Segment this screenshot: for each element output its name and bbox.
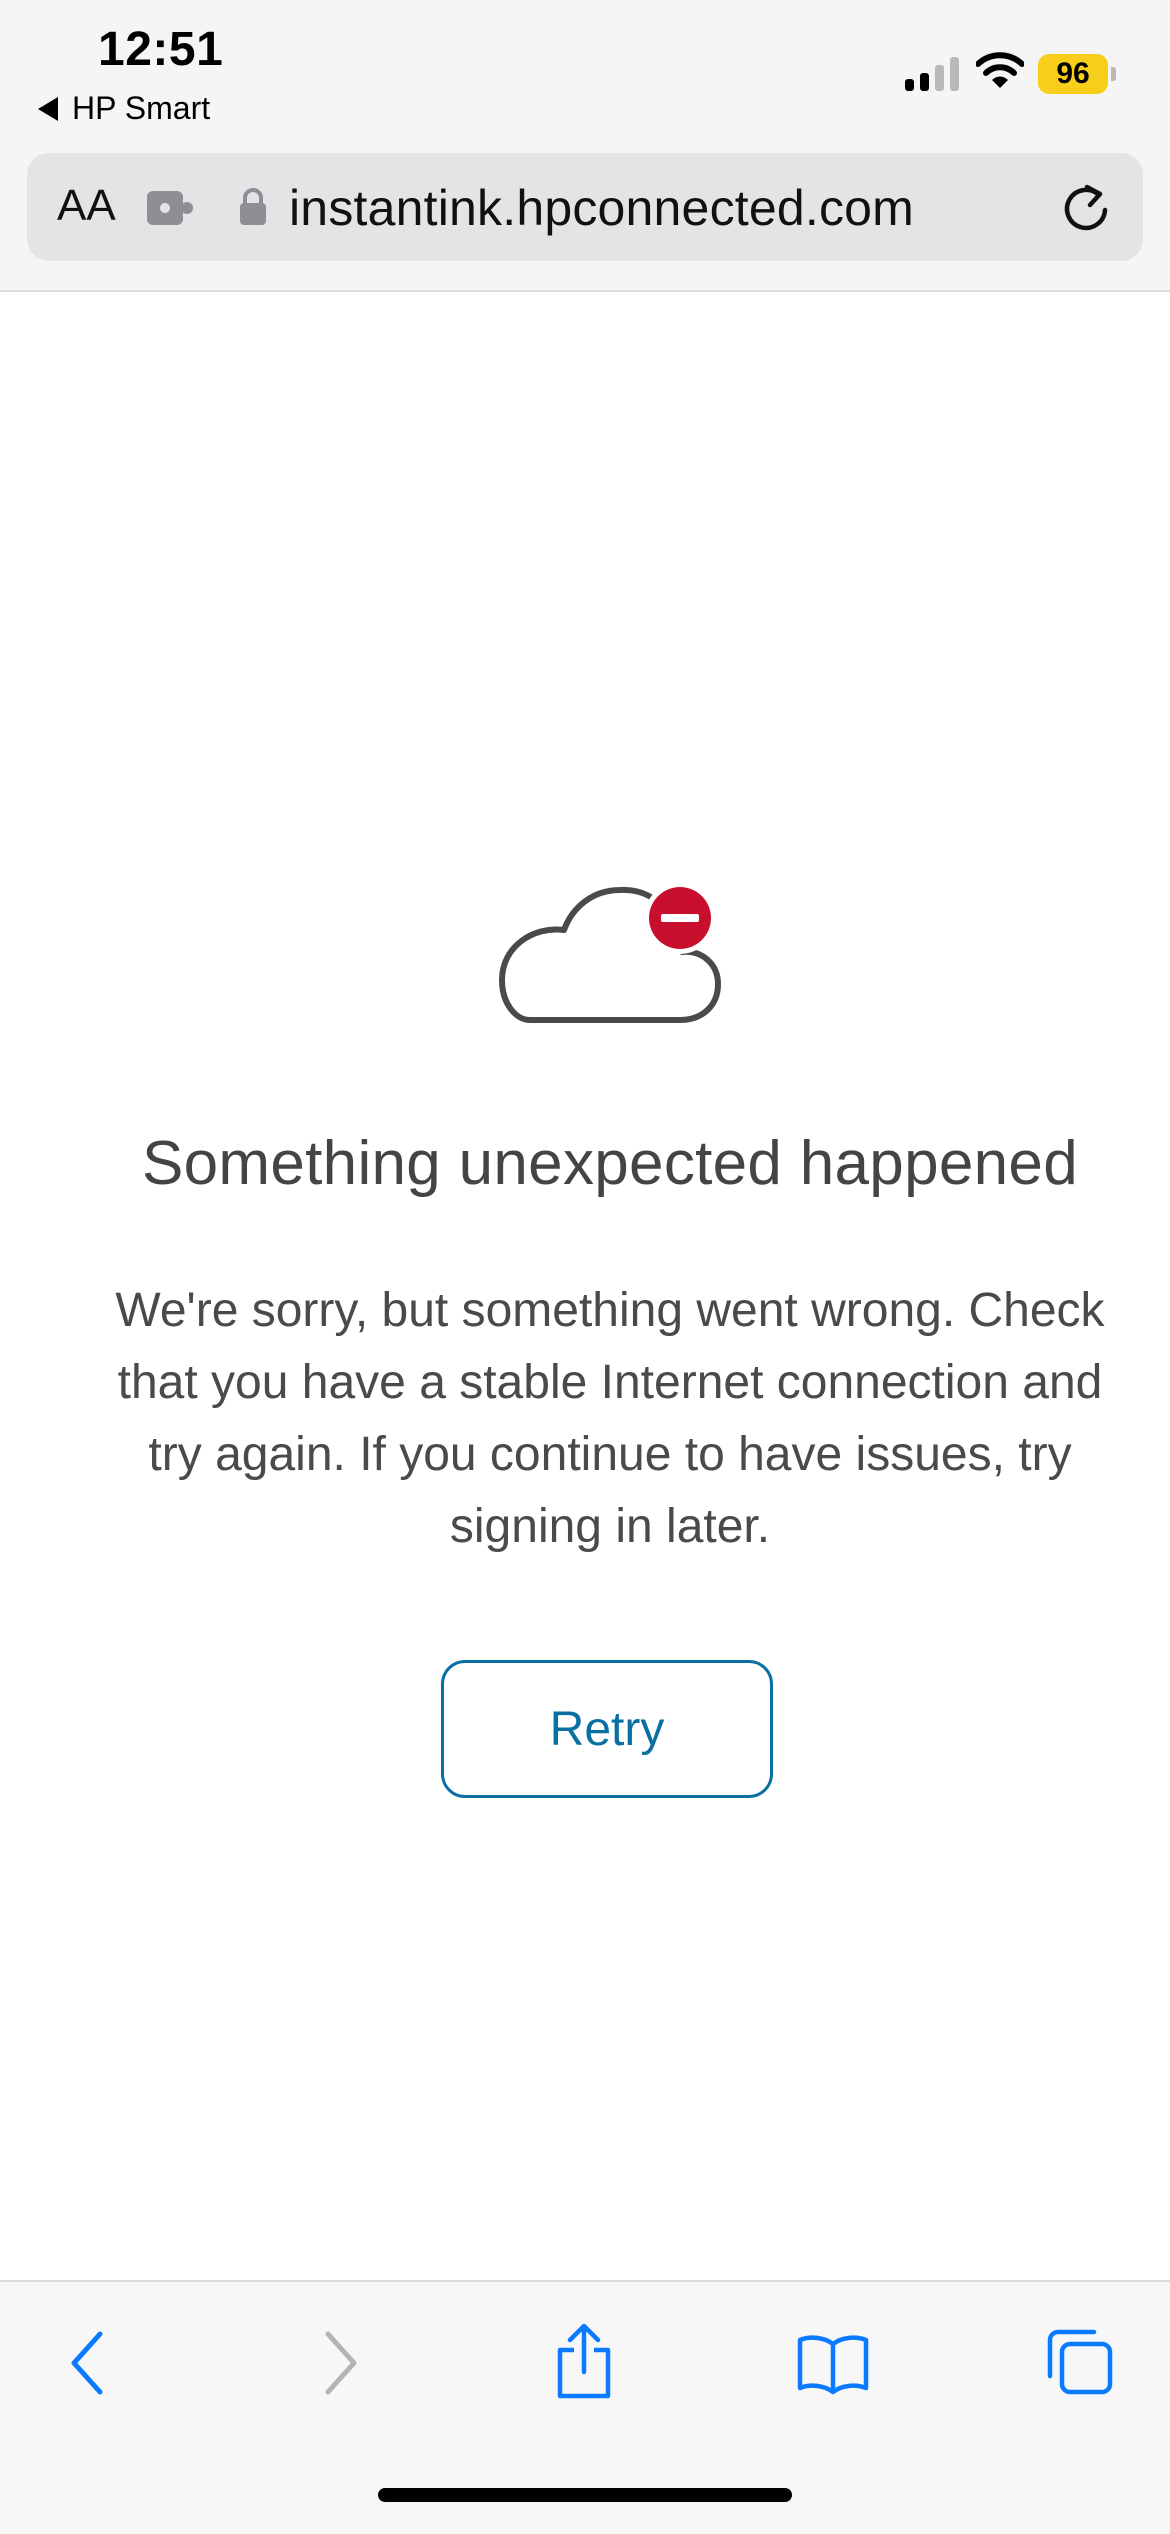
error-message: We're sorry, but something went wrong. C… — [115, 1284, 1105, 1553]
retry-button[interactable]: Retry — [441, 1660, 773, 1798]
browser-top-chrome: 12:51 HP Smart 96 AA instantink.hpconnec… — [0, 0, 1170, 292]
reload-icon[interactable] — [1059, 181, 1113, 235]
share-icon[interactable] — [552, 2322, 616, 2402]
back-to-app-button[interactable]: HP Smart — [38, 90, 210, 127]
battery-nub — [1111, 67, 1116, 81]
extension-icon[interactable] — [143, 187, 195, 229]
wifi-icon — [976, 52, 1024, 88]
back-icon[interactable] — [66, 2328, 110, 2398]
forward-icon[interactable] — [318, 2328, 362, 2398]
cloud-error-icon — [499, 882, 721, 1023]
status-time: 12:51 — [98, 23, 224, 76]
cellular-signal-icon — [905, 55, 961, 91]
text-size-button[interactable]: AA — [57, 181, 116, 231]
battery-indicator: 96 — [1038, 54, 1116, 94]
back-triangle-icon — [38, 96, 58, 121]
back-app-label: HP Smart — [72, 90, 211, 126]
error-title: Something unexpected happened — [141, 1129, 1078, 1198]
home-indicator[interactable] — [378, 2488, 792, 2502]
url-text[interactable]: instantink.hpconnected.com — [289, 179, 914, 237]
lock-icon — [240, 188, 266, 225]
address-bar[interactable]: AA instantink.hpconnected.com — [27, 153, 1143, 261]
bookmarks-icon[interactable] — [796, 2332, 870, 2396]
battery-level: 96 — [1038, 54, 1108, 94]
tabs-icon[interactable] — [1044, 2326, 1116, 2398]
